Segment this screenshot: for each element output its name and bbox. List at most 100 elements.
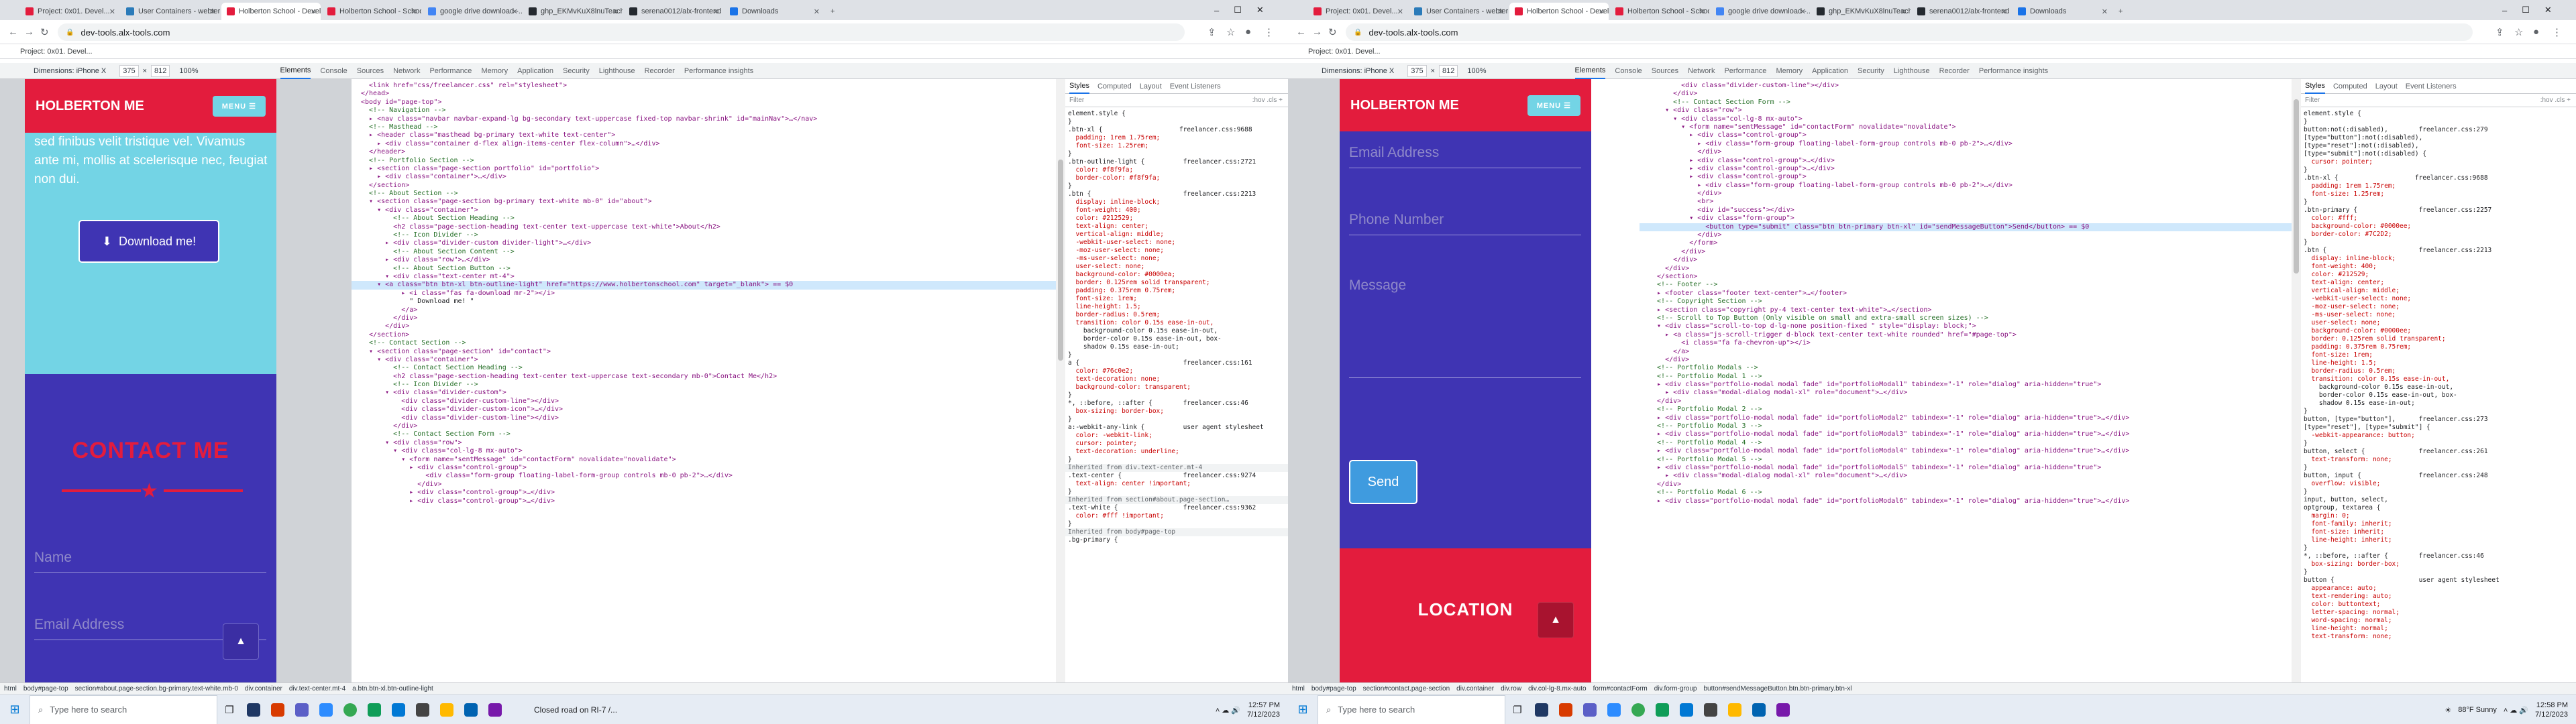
browser-tab[interactable]: Downloads ✕: [724, 3, 824, 20]
profile-icon[interactable]: ●: [1245, 26, 1251, 38]
tray-icons[interactable]: ˄ ☁ 🔊: [1216, 706, 1240, 715]
back-icon[interactable]: ←: [1296, 26, 1306, 38]
dom-node-line[interactable]: <i class="fa fa-chevron-up"></i>: [1640, 339, 2300, 347]
styles-filter[interactable]: Filter:hov .cls +: [2301, 94, 2576, 107]
profile-icon[interactable]: ●: [2533, 26, 2539, 38]
new-tab-icon[interactable]: +: [825, 3, 840, 20]
browser-tab[interactable]: ghp_EKMvKuX8lnuTeachi...✕: [1811, 3, 1911, 20]
elements-scrollbar[interactable]: [2292, 79, 2301, 682]
dom-node-line[interactable]: ▸ <div class="form-group floating-label-…: [1640, 140, 2300, 148]
styles-tab[interactable]: Computed: [2333, 82, 2367, 90]
breadcrumb-item[interactable]: div.text-center.mt-4: [289, 685, 345, 692]
tab-close-icon[interactable]: ✕: [814, 7, 820, 16]
devtools-tab[interactable]: Performance: [429, 63, 472, 79]
app-icon[interactable]: [386, 695, 411, 724]
breadcrumb-item[interactable]: button#sendMessageButton.btn.btn-primary…: [1703, 685, 1851, 692]
weather-icon[interactable]: ☀: [2445, 706, 2451, 715]
devtools-tab[interactable]: Lighthouse: [599, 63, 635, 79]
devtools-tab[interactable]: Recorder: [1939, 63, 1970, 79]
width-field[interactable]: 375: [1407, 64, 1427, 77]
dom-node-line[interactable]: <div class="divider-custom-line"></div>: [1640, 82, 2300, 90]
dom-node-line[interactable]: </div>: [1640, 481, 2300, 489]
dom-node-line[interactable]: <!-- Portfolio Modals -->: [1640, 364, 2300, 372]
tab-close-icon[interactable]: ✕: [1699, 7, 1705, 16]
dom-node-line[interactable]: ▸ <div class="container d-flex align-ite…: [352, 140, 1065, 148]
chrome-icon[interactable]: [338, 695, 362, 724]
minimize-icon[interactable]: –: [1214, 5, 1219, 15]
close-icon[interactable]: ✕: [1256, 5, 1264, 15]
close-icon[interactable]: ✕: [2544, 5, 2552, 15]
bookmark-item[interactable]: Project: 0x01. Devel...: [20, 48, 93, 56]
dom-node-line[interactable]: ▸ <div class="portfolio-modal modal fade…: [1640, 414, 2300, 422]
zoom-select[interactable]: 100%: [1467, 67, 1486, 75]
dom-node-line[interactable]: ▸ <div class="control-group">…</div>: [352, 489, 1065, 497]
menu-button[interactable]: MENU ☰: [212, 95, 266, 117]
dom-node-line[interactable]: ▸ <footer class="footer text-center">…</…: [1640, 290, 2300, 298]
dom-node-line[interactable]: </section>: [352, 182, 1065, 190]
styles-filter[interactable]: Filter:hov .cls +: [1065, 94, 1288, 107]
dom-node-line[interactable]: <div class="form-group floating-label-fo…: [352, 472, 1065, 480]
dom-node-line[interactable]: ▸ <nav class="navbar navbar-expand-lg bg…: [352, 115, 1065, 123]
app-icon[interactable]: [1699, 695, 1723, 724]
dom-node-line[interactable]: <!-- Navigation -->: [352, 107, 1065, 115]
devtools-tab[interactable]: Performance insights: [1979, 63, 2048, 79]
tab-close-icon[interactable]: ✕: [1498, 7, 1504, 16]
app-icon[interactable]: [1747, 695, 1771, 724]
tab-close-icon[interactable]: ✕: [1900, 7, 1907, 16]
clock[interactable]: 12:57 PM 7/12/2023: [1247, 701, 1280, 719]
browser-tab[interactable]: Holberton School - Devel... ✕: [1509, 3, 1609, 20]
phone-field[interactable]: Phone Number: [1349, 212, 1581, 235]
breadcrumb-item[interactable]: body#page-top: [1311, 685, 1356, 692]
dom-node-line[interactable]: <!-- Portfolio Modal 5 -->: [1640, 456, 2300, 464]
browser-tab[interactable]: ghp_EKMvKuX8lnuTeachi...✕: [523, 3, 623, 20]
app-icon[interactable]: [314, 695, 338, 724]
dom-node-line[interactable]: ▸ <div class="portfolio-modal modal fade…: [1640, 464, 2300, 472]
devtools-tab[interactable]: Memory: [481, 63, 508, 79]
dom-node-line[interactable]: ▸ <div class="form-group floating-label-…: [1640, 182, 2300, 190]
tab-close-icon[interactable]: ✕: [210, 7, 216, 16]
dom-node-line[interactable]: <!-- Portfolio Modal 3 -->: [1640, 422, 2300, 430]
dom-node-line[interactable]: ▸ <header class="masthead bg-primary tex…: [352, 131, 1065, 139]
browser-tab[interactable]: serena0012/alx-frontend ✕: [624, 3, 723, 20]
dom-node-line[interactable]: <!-- Copyright Section -->: [1640, 298, 2300, 306]
tab-close-icon[interactable]: ✕: [1599, 7, 1605, 16]
share-icon[interactable]: ⇪: [2496, 26, 2504, 38]
devtools-tab[interactable]: Sources: [357, 63, 384, 79]
dom-node-line[interactable]: <div class="divider-custom-icon">…</div>: [352, 406, 1065, 414]
dom-node-line[interactable]: ▸ <div class="divider-custom divider-lig…: [352, 239, 1065, 247]
new-tab-icon[interactable]: +: [2113, 3, 2128, 20]
breadcrumb-item[interactable]: html: [1292, 685, 1305, 692]
devtools-tab[interactable]: Recorder: [645, 63, 675, 79]
menu-dots-icon[interactable]: ⋮: [1264, 26, 1274, 38]
reload-icon[interactable]: ↻: [40, 26, 49, 38]
dom-node-line[interactable]: </header>: [352, 148, 1065, 156]
forward-icon[interactable]: →: [24, 26, 34, 38]
task-view-icon[interactable]: ❐: [217, 695, 241, 724]
dom-node-line[interactable]: </form>: [1640, 239, 2300, 247]
dom-node-line[interactable]: ▸ <a class="js-scroll-trigger d-block te…: [1640, 331, 2300, 339]
styles-tab[interactable]: Styles: [1069, 79, 1089, 94]
breadcrumb-item[interactable]: div.col-lg-8.mx-auto: [1528, 685, 1587, 692]
dom-node-line[interactable]: ▸ <div class="portfolio-modal modal fade…: [1640, 430, 2300, 438]
site-brand[interactable]: HOLBERTON ME: [36, 99, 144, 114]
height-field[interactable]: 812: [151, 64, 170, 77]
dom-node-line[interactable]: ▾ <a class="btn btn-xl btn-outline-light…: [352, 281, 1065, 290]
app-icon[interactable]: [459, 695, 483, 724]
dom-node-line[interactable]: <!-- About Section -->: [352, 190, 1065, 198]
app-icon[interactable]: [362, 695, 386, 724]
dom-node-line[interactable]: ▸ <div class="modal-dialog modal-xl" rol…: [1640, 472, 2300, 480]
devtools-tab[interactable]: Security: [563, 63, 590, 79]
scroll-top-button[interactable]: ▲: [223, 623, 259, 660]
tab-close-icon[interactable]: ✕: [713, 7, 719, 16]
devtools-tab[interactable]: Network: [393, 63, 420, 79]
forward-icon[interactable]: →: [1312, 26, 1322, 38]
devtools-tab[interactable]: Performance insights: [684, 63, 753, 79]
app-icon[interactable]: [1554, 695, 1578, 724]
download-button[interactable]: ⬇ Download me!: [78, 220, 219, 263]
dom-node-line[interactable]: ▸ <div class="portfolio-modal modal fade…: [1640, 381, 2300, 389]
dom-node-line[interactable]: <!-- Contact Section Form -->: [1640, 99, 2300, 107]
breadcrumb-item[interactable]: section#about.page-section.bg-primary.te…: [75, 685, 238, 692]
breadcrumb-item[interactable]: div.form-group: [1654, 685, 1697, 692]
dom-node-line[interactable]: ▸ <div class="control-group">…</div>: [1640, 165, 2300, 173]
app-icon[interactable]: [1602, 695, 1626, 724]
